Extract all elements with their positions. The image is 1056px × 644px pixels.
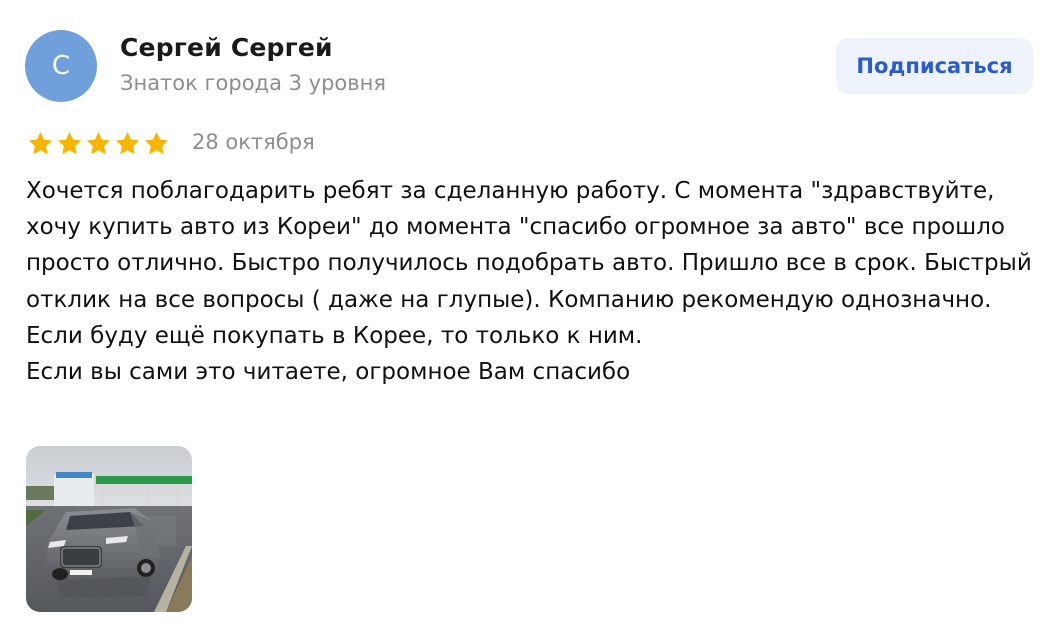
star-icon (28, 132, 53, 155)
review-photo[interactable] (26, 446, 192, 612)
review-text-ending: Если вы сами это читаете, огромное Вам с… (26, 359, 631, 386)
avatar[interactable]: С (25, 30, 97, 102)
subscribe-button[interactable]: Подписаться (836, 38, 1033, 94)
review-date: 28 октября (192, 130, 315, 154)
author-name[interactable]: Сергей Сергей (120, 33, 333, 62)
star-icon (57, 132, 82, 155)
review-card: С Сергей Сергей Знаток города 3 уровня П… (0, 0, 1056, 644)
review-text: Хочется поблагодарить ребят за сделанную… (26, 173, 1041, 390)
star-rating (27, 130, 170, 158)
review-text-main: Хочется поблагодарить ребят за сделанную… (26, 178, 1032, 349)
author-level: Знаток города 3 уровня (120, 71, 387, 95)
star-icon (115, 132, 140, 155)
star-icon (86, 132, 111, 155)
star-icon (144, 132, 169, 155)
